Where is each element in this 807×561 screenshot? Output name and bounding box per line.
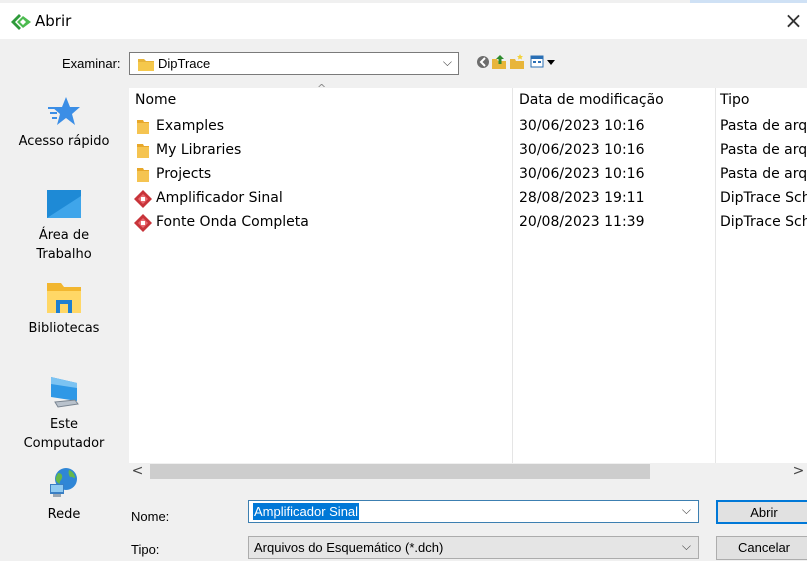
file-name-label: Nome: — [131, 509, 170, 524]
place-label: Acesso rápido — [18, 134, 110, 149]
file-type: Pasta de arquivos — [720, 142, 807, 158]
folder-icon — [137, 120, 149, 134]
sort-ascending-icon: ^ — [317, 82, 327, 95]
file-row[interactable]: Examples 30/06/2023 10:16 Pasta de arqui… — [129, 116, 807, 140]
star-icon — [48, 97, 80, 125]
scroll-left-icon[interactable]: < — [129, 463, 146, 480]
scroll-right-icon[interactable]: > — [790, 463, 807, 480]
chevron-down-icon[interactable]: ⌵ — [682, 539, 691, 554]
file-date: 30/06/2023 10:16 — [519, 166, 645, 182]
network-globe-icon — [50, 468, 77, 497]
close-button[interactable]: × — [780, 8, 807, 36]
place-quick-access[interactable]: Acesso rápido — [0, 96, 128, 151]
diptrace-schematic-icon — [134, 190, 152, 208]
column-header-date[interactable]: Data de modificação — [519, 92, 664, 108]
file-row[interactable]: Projects 30/06/2023 10:16 Pasta de arqui… — [129, 164, 807, 188]
look-in-value: DipTrace — [158, 56, 211, 71]
view-menu-icon[interactable] — [530, 54, 558, 70]
folder-icon — [137, 144, 149, 158]
column-header-name[interactable]: Nome — [135, 92, 176, 108]
place-label: Área de Trabalho — [36, 228, 92, 262]
file-name: Amplificador Sinal — [156, 190, 283, 206]
place-network[interactable]: Rede — [0, 467, 128, 524]
open-button[interactable]: Abrir — [716, 500, 807, 524]
file-name-combobox[interactable]: Amplificador Sinal ⌵ — [248, 500, 699, 523]
place-label: Rede — [47, 507, 81, 522]
file-name: Examples — [156, 118, 225, 134]
file-row[interactable]: Fonte Onda Completa 20/08/2023 11:39 Dip… — [129, 212, 807, 236]
chevron-down-icon[interactable]: ⌵ — [443, 55, 452, 70]
cancel-button[interactable]: Cancelar — [716, 536, 807, 560]
file-date: 28/08/2023 19:11 — [519, 190, 645, 206]
file-row[interactable]: My Libraries 30/06/2023 10:16 Pasta de a… — [129, 140, 807, 164]
file-row[interactable]: Amplificador Sinal 28/08/2023 19:11 DipT… — [129, 188, 807, 212]
places-bar: Acesso rápido Área de Trabalho Bibliotec… — [0, 90, 128, 540]
file-date: 30/06/2023 10:16 — [519, 118, 645, 134]
folder-icon — [137, 168, 149, 182]
file-list[interactable]: Nome ^ Data de modificação Tipo Examples… — [129, 82, 807, 463]
file-type: Pasta de arquivos — [720, 118, 807, 134]
file-name: Fonte Onda Completa — [156, 214, 309, 230]
scrollbar-thumb[interactable] — [150, 464, 650, 479]
look-in-label: Examinar: — [62, 56, 121, 71]
place-libraries[interactable]: Bibliotecas — [0, 283, 128, 338]
window-title: Abrir — [35, 12, 72, 30]
up-folder-icon[interactable] — [491, 54, 507, 70]
file-type-select[interactable]: Arquivos do Esquemático (*.dch) ⌵ — [248, 536, 699, 559]
file-type-label: Tipo: — [131, 542, 160, 557]
folder-icon — [138, 59, 154, 71]
libraries-icon — [47, 283, 81, 313]
chevron-down-icon[interactable]: ⌵ — [682, 503, 691, 518]
diptrace-schematic-icon — [134, 214, 152, 232]
desktop-icon — [47, 190, 81, 218]
file-name: My Libraries — [156, 142, 242, 158]
computer-icon — [51, 377, 79, 408]
title-bar: Abrir × — [0, 3, 807, 39]
horizontal-scrollbar[interactable]: < > — [129, 463, 807, 480]
place-desktop[interactable]: Área de Trabalho — [0, 190, 128, 264]
look-in-combobox[interactable]: DipTrace ⌵ — [129, 52, 459, 75]
file-type-value: Arquivos do Esquemático (*.dch) — [254, 540, 444, 555]
place-this-pc[interactable]: Este Computador — [0, 375, 128, 453]
file-type: DipTrace Schematic — [720, 190, 807, 206]
diptrace-app-icon — [11, 14, 31, 30]
file-type: DipTrace Schematic — [720, 214, 807, 230]
file-type: Pasta de arquivos — [720, 166, 807, 182]
file-date: 20/08/2023 11:39 — [519, 214, 645, 230]
place-label: Este Computador — [23, 417, 105, 451]
back-icon[interactable] — [475, 54, 491, 70]
column-header-type[interactable]: Tipo — [720, 92, 749, 108]
file-name: Projects — [156, 166, 212, 182]
new-folder-icon[interactable] — [509, 54, 525, 70]
file-name-input[interactable]: Amplificador Sinal — [253, 503, 360, 520]
file-date: 30/06/2023 10:16 — [519, 142, 645, 158]
place-label: Bibliotecas — [28, 321, 100, 336]
